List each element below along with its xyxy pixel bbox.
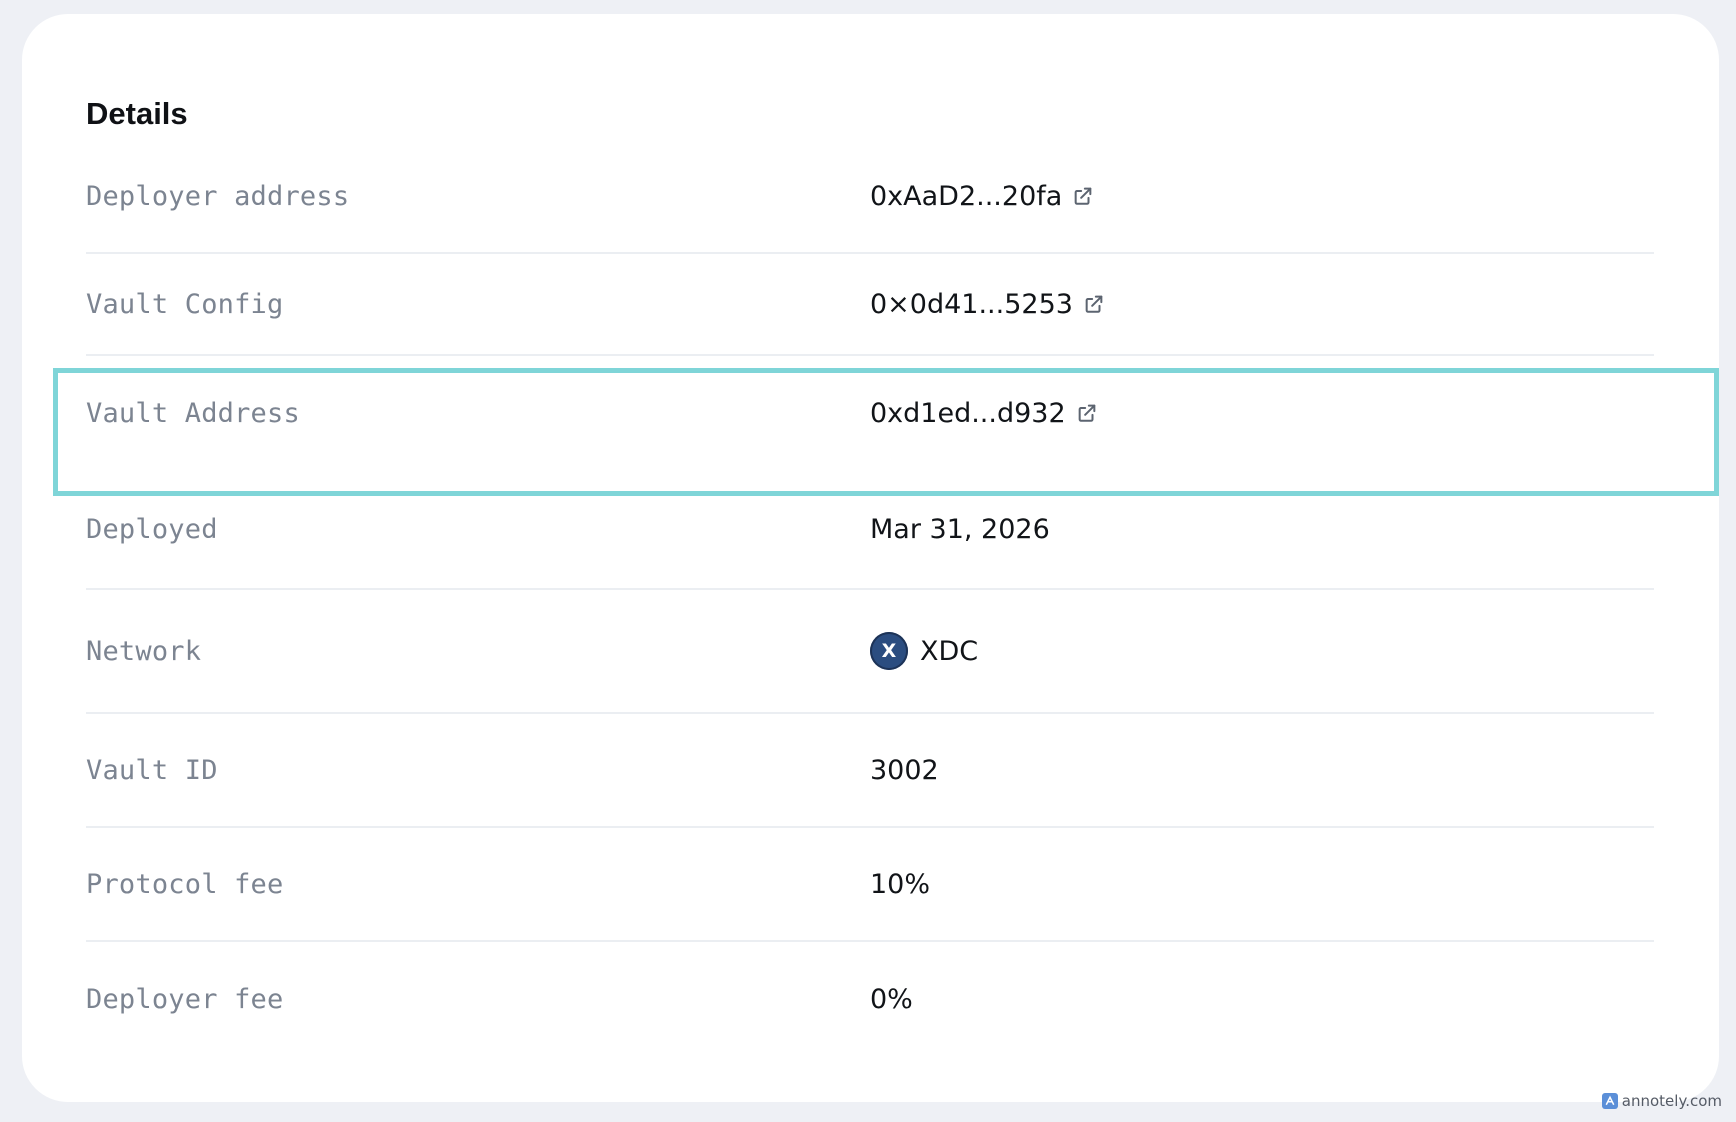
deployer-address-link[interactable]: 0xAaD2...20fa <box>870 181 1062 212</box>
vault-address-link[interactable]: 0xd1ed...d932 <box>870 398 1066 429</box>
watermark-text: annotely.com <box>1621 1092 1722 1110</box>
detail-row-deployed: Deployed Mar 31, 2026 <box>86 470 1654 590</box>
external-link-icon[interactable] <box>1076 402 1098 424</box>
detail-row-vault-address: Vault Address 0xd1ed...d932 <box>86 356 1654 470</box>
row-label: Network <box>86 635 202 667</box>
external-link-icon[interactable] <box>1083 293 1105 315</box>
detail-row-deployer-fee: Deployer fee 0% <box>86 942 1654 1056</box>
detail-row-protocol-fee: Protocol fee 10% <box>86 828 1654 942</box>
row-value: 0xd1ed...d932 <box>870 398 1098 429</box>
detail-row-vault-config: Vault Config 0×0d41...5253 <box>86 254 1654 356</box>
row-label: Deployer address <box>86 180 350 212</box>
network-name: XDC <box>920 635 979 667</box>
xdc-network-icon: X <box>870 632 908 670</box>
external-link-icon[interactable] <box>1072 185 1094 207</box>
detail-row-vault-id: Vault ID 3002 <box>86 714 1654 828</box>
row-value: 0xAaD2...20fa <box>870 181 1094 212</box>
row-label: Deployer fee <box>86 983 284 1015</box>
vault-config-link[interactable]: 0×0d41...5253 <box>870 289 1073 320</box>
watermark: annotely.com <box>1601 1092 1722 1110</box>
row-value: 10% <box>870 868 931 900</box>
row-label: Deployed <box>86 513 218 545</box>
row-value: 0% <box>870 983 913 1015</box>
detail-row-deployer-address: Deployer address 0xAaD2...20fa <box>86 140 1654 254</box>
row-value: 3002 <box>870 754 939 786</box>
detail-row-network: Network X XDC <box>86 590 1654 714</box>
row-value: Mar 31, 2026 <box>870 513 1050 545</box>
row-label: Protocol fee <box>86 868 284 900</box>
card-title: Details <box>86 96 188 131</box>
row-label: Vault Config <box>86 288 284 320</box>
details-card: Details Deployer address 0xAaD2...20fa V… <box>22 14 1719 1102</box>
annotely-logo-icon <box>1601 1093 1618 1109</box>
row-value: X XDC <box>870 632 978 670</box>
row-label: Vault ID <box>86 754 218 786</box>
row-label: Vault Address <box>86 397 300 429</box>
row-value: 0×0d41...5253 <box>870 289 1105 320</box>
